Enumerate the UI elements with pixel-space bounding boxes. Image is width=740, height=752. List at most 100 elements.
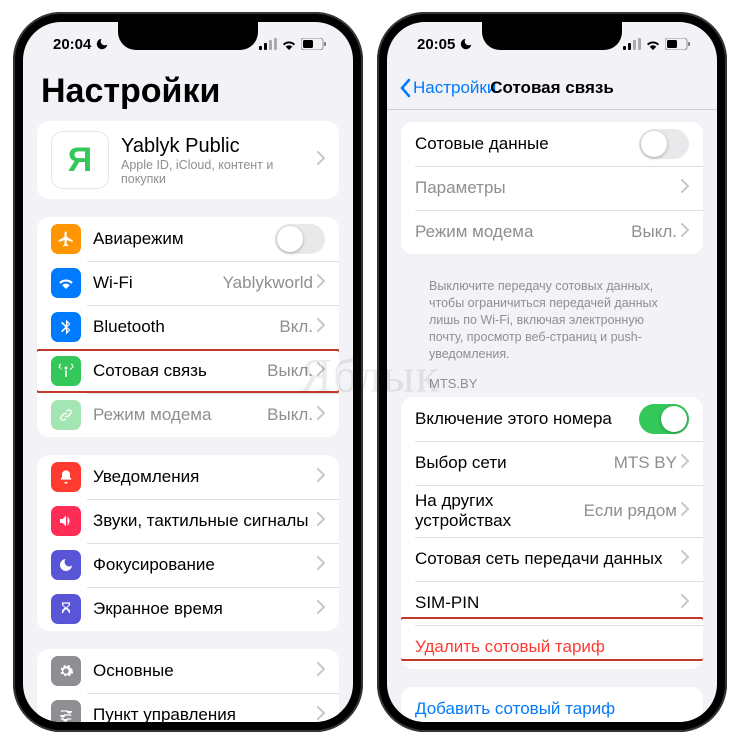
- row-label: Сотовая связь: [93, 361, 267, 381]
- row-label: Wi-Fi: [93, 273, 223, 293]
- row-label: Режим модема: [415, 222, 631, 242]
- row-label: Сотовые данные: [415, 134, 639, 154]
- profile-name: Yablyk Public: [121, 135, 317, 158]
- row-detail: Вкл.: [279, 317, 313, 337]
- chevron-right-icon: [681, 549, 689, 569]
- row-detail: Если рядом: [584, 501, 677, 521]
- status-time: 20:04: [53, 36, 91, 53]
- battery-icon: [301, 38, 327, 50]
- row-label: Выбор сети: [415, 453, 614, 473]
- back-label: Настройки: [413, 78, 496, 98]
- enable-number-switch[interactable]: [639, 404, 689, 434]
- page-title: Настройки: [23, 66, 353, 121]
- chevron-right-icon: [317, 555, 325, 575]
- row-label: Фокусирование: [93, 555, 317, 575]
- row-label: На других устройствах: [415, 491, 584, 531]
- cellular-signal-icon: [259, 38, 277, 50]
- chevron-right-icon: [317, 317, 325, 337]
- row-label: Звуки, тактильные сигналы: [93, 511, 317, 531]
- antenna-icon: [51, 356, 81, 386]
- chevron-right-icon: [681, 593, 689, 613]
- screentime-row[interactable]: Экранное время: [37, 587, 339, 631]
- bluetooth-row[interactable]: Bluetooth Вкл.: [37, 305, 339, 349]
- chevron-right-icon: [317, 405, 325, 425]
- gear-icon: [51, 656, 81, 686]
- sliders-icon: [51, 700, 81, 722]
- chevron-right-icon: [317, 150, 325, 170]
- row-detail: MTS BY: [614, 453, 677, 473]
- general-row[interactable]: Основные: [37, 649, 339, 693]
- row-label: Сотовая сеть передачи данных: [415, 549, 681, 569]
- other-devices-row[interactable]: На других устройствах Если рядом: [401, 485, 703, 537]
- moon-icon: [51, 550, 81, 580]
- profile-subtitle: Apple ID, iCloud, контент и покупки: [121, 158, 317, 186]
- cellular-signal-icon: [623, 38, 641, 50]
- hourglass-icon: [51, 594, 81, 624]
- row-label: Уведомления: [93, 467, 317, 487]
- cellular-row[interactable]: Сотовая связь Выкл.: [37, 349, 339, 393]
- row-label: SIM-PIN: [415, 593, 681, 613]
- row-label: Основные: [93, 661, 317, 681]
- row-detail: Выкл.: [267, 405, 313, 425]
- bell-icon: [51, 462, 81, 492]
- notifications-row[interactable]: Уведомления: [37, 455, 339, 499]
- group-footer: Выключите передачу сотовых данных, чтобы…: [401, 272, 703, 376]
- delete-plan-row[interactable]: Удалить сотовый тариф: [401, 625, 703, 669]
- speaker-icon: [51, 506, 81, 536]
- wifi-row[interactable]: Wi-Fi Yablykworld: [37, 261, 339, 305]
- row-label: Параметры: [415, 178, 681, 198]
- add-plan-row[interactable]: Добавить сотовый тариф: [401, 687, 703, 722]
- phone-right: 20:05 Настройки Сотовая связь Сотовые да…: [377, 12, 727, 732]
- row-label: Удалить сотовый тариф: [415, 637, 689, 657]
- parameters-row: Параметры: [401, 166, 703, 210]
- back-button[interactable]: Настройки: [399, 78, 496, 98]
- row-label: Добавить сотовый тариф: [415, 699, 689, 719]
- navigation-bar: Настройки Сотовая связь: [387, 66, 717, 110]
- data-network-row[interactable]: Сотовая сеть передачи данных: [401, 537, 703, 581]
- status-time: 20:05: [417, 36, 455, 53]
- group-header: MTS.BY: [401, 376, 703, 397]
- row-label: Режим модема: [93, 405, 267, 425]
- sounds-row[interactable]: Звуки, тактильные сигналы: [37, 499, 339, 543]
- row-label: Авиарежим: [93, 229, 275, 249]
- moon-icon: [95, 37, 109, 51]
- notch: [482, 22, 622, 50]
- row-label: Пункт управления: [93, 705, 317, 722]
- control-center-row[interactable]: Пункт управления: [37, 693, 339, 722]
- battery-icon: [665, 38, 691, 50]
- moon-icon: [459, 37, 473, 51]
- row-label: Bluetooth: [93, 317, 279, 337]
- wifi-icon: [51, 268, 81, 298]
- row-label: Включение этого номера: [415, 409, 639, 429]
- chevron-right-icon: [317, 361, 325, 381]
- airplane-mode-row[interactable]: Авиарежим: [37, 217, 339, 261]
- cellular-data-switch[interactable]: [639, 129, 689, 159]
- row-detail: Yablykworld: [223, 273, 313, 293]
- network-selection-row[interactable]: Выбор сети MTS BY: [401, 441, 703, 485]
- cellular-data-row[interactable]: Сотовые данные: [401, 122, 703, 166]
- chevron-right-icon: [681, 453, 689, 473]
- focus-row[interactable]: Фокусирование: [37, 543, 339, 587]
- hotspot-row: Режим модема Выкл.: [401, 210, 703, 254]
- notch: [118, 22, 258, 50]
- chevron-right-icon: [317, 467, 325, 487]
- wifi-icon: [645, 38, 661, 50]
- chevron-right-icon: [317, 599, 325, 619]
- bluetooth-icon: [51, 312, 81, 342]
- wifi-icon: [281, 38, 297, 50]
- chevron-right-icon: [681, 178, 689, 198]
- sim-pin-row[interactable]: SIM-PIN: [401, 581, 703, 625]
- row-detail: Выкл.: [267, 361, 313, 381]
- airplane-switch[interactable]: [275, 224, 325, 254]
- airplane-icon: [51, 224, 81, 254]
- apple-id-row[interactable]: Я Yablyk Public Apple ID, iCloud, контен…: [37, 121, 339, 199]
- hotspot-row: Режим модема Выкл.: [37, 393, 339, 437]
- chevron-right-icon: [681, 222, 689, 242]
- chevron-right-icon: [681, 501, 689, 521]
- chevron-right-icon: [317, 511, 325, 531]
- enable-number-row[interactable]: Включение этого номера: [401, 397, 703, 441]
- chevron-right-icon: [317, 661, 325, 681]
- row-label: Экранное время: [93, 599, 317, 619]
- row-detail: Выкл.: [631, 222, 677, 242]
- phone-left: 20:04 Настройки: [13, 12, 363, 732]
